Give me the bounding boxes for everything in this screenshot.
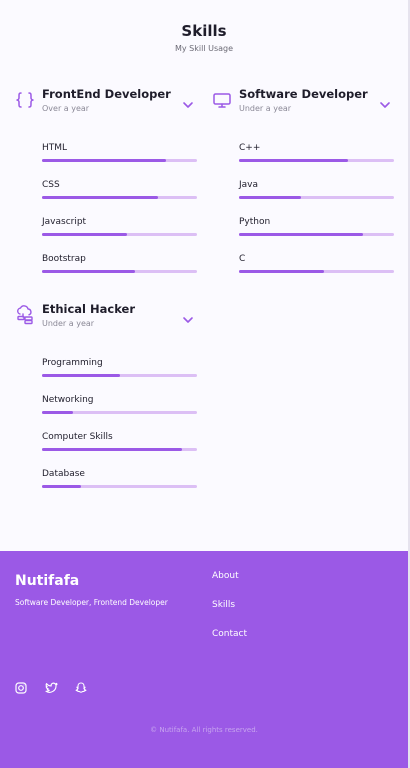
skill-group-title: Software Developer <box>239 87 368 101</box>
skill-name: Bootstrap <box>42 254 86 264</box>
skill-name: Java <box>239 180 259 190</box>
skill-group-header[interactable]: Software Developer Under a year <box>212 87 392 127</box>
section-subtitle: My Skill Usage <box>174 44 234 53</box>
skill-bar <box>42 448 197 451</box>
skill-bar <box>42 374 197 377</box>
skill-group-software: Software Developer Under a year C++ Java… <box>212 87 394 273</box>
skill-item: Computer Skills <box>42 431 197 451</box>
code-braces-icon <box>15 90 35 110</box>
skill-item: Python <box>239 216 394 236</box>
skill-item: HTML <box>42 142 197 162</box>
footer-link-contact[interactable]: Contact <box>212 629 247 639</box>
skill-name: Computer Skills <box>42 432 113 442</box>
skill-bar-fill <box>239 233 363 236</box>
skill-name: Database <box>42 469 85 479</box>
skill-bar <box>239 159 394 162</box>
skill-group-subtitle: Under a year <box>42 319 95 328</box>
skill-item: Java <box>239 179 394 199</box>
skill-name: HTML <box>42 143 68 153</box>
skill-bar-fill <box>42 270 135 273</box>
skill-bar-fill <box>42 485 81 488</box>
footer-brand: Nutifafa <box>15 573 80 589</box>
skill-bar <box>239 270 394 273</box>
section-title: Skills <box>181 22 227 40</box>
skills-section: Skills My Skill Usage FrontEnd Developer… <box>0 0 408 551</box>
monitor-icon <box>212 90 232 110</box>
skill-item: Javascript <box>42 216 197 236</box>
chevron-down-icon[interactable] <box>181 310 195 323</box>
footer-link-skills[interactable]: Skills <box>212 600 235 610</box>
skill-item: Networking <box>42 394 197 414</box>
skill-bar <box>42 196 197 199</box>
skill-item: C++ <box>239 142 394 162</box>
skill-item: C <box>239 253 394 273</box>
skill-bar <box>42 233 197 236</box>
skill-name: C++ <box>239 143 261 153</box>
cloud-server-icon <box>15 305 35 325</box>
skill-bar-fill <box>42 374 120 377</box>
skill-item: CSS <box>42 179 197 199</box>
skill-bar <box>42 411 197 414</box>
page: Skills My Skill Usage FrontEnd Developer… <box>0 0 410 768</box>
skill-group-subtitle: Under a year <box>239 104 292 113</box>
skill-group-subtitle: Over a year <box>42 104 90 113</box>
snapchat-icon[interactable] <box>75 679 87 693</box>
skill-group-title: Ethical Hacker <box>42 302 136 316</box>
footer-tagline: Software Developer, Frontend Developer <box>15 598 168 607</box>
chevron-down-icon[interactable] <box>378 95 392 108</box>
skill-bar-fill <box>42 233 128 236</box>
skill-bar-fill <box>239 159 348 162</box>
skill-bar-fill <box>239 196 301 199</box>
instagram-icon[interactable] <box>15 679 27 694</box>
skill-item: Bootstrap <box>42 253 197 273</box>
chevron-down-icon[interactable] <box>181 95 195 108</box>
footer-link-about[interactable]: About <box>212 571 239 581</box>
skill-bar <box>42 485 197 488</box>
skill-item: Database <box>42 468 197 488</box>
skill-group-header[interactable]: FrontEnd Developer Over a year <box>15 87 195 127</box>
skill-bar <box>42 159 197 162</box>
skill-bar-fill <box>42 196 159 199</box>
skill-name: Programming <box>42 358 103 368</box>
skill-bar-fill <box>239 270 325 273</box>
skill-group-header[interactable]: Ethical Hacker Under a year <box>15 302 195 342</box>
skill-group-frontend: FrontEnd Developer Over a year HTML CSS … <box>15 87 197 273</box>
skill-bar-fill <box>42 448 182 451</box>
skill-name: C <box>239 254 246 264</box>
skill-group-ethical-hacker: Ethical Hacker Under a year Programming … <box>15 302 197 488</box>
skill-name: Javascript <box>42 217 87 227</box>
skill-bar <box>239 196 394 199</box>
skill-bar-fill <box>42 159 166 162</box>
footer: Nutifafa Software Developer, Frontend De… <box>0 551 408 768</box>
copyright-text: © Nutifafa. All rights reserved. <box>150 726 258 734</box>
skill-bar <box>42 270 197 273</box>
skill-name: Python <box>239 217 271 227</box>
skill-name: CSS <box>42 180 60 190</box>
skill-bar <box>239 233 394 236</box>
skill-bar-fill <box>42 411 73 414</box>
skill-item: Programming <box>42 357 197 377</box>
skill-name: Networking <box>42 395 94 405</box>
skill-group-title: FrontEnd Developer <box>42 87 171 101</box>
twitter-icon[interactable] <box>45 679 58 693</box>
